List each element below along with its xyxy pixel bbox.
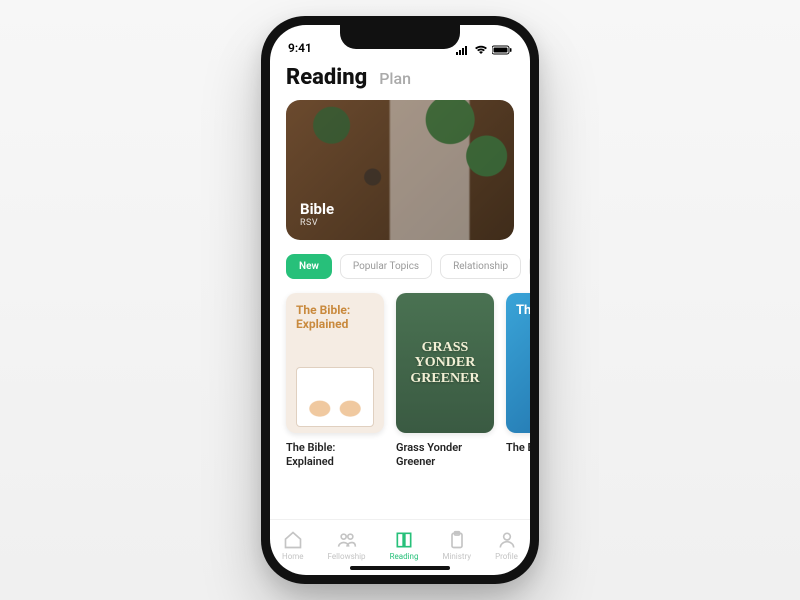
people-icon	[337, 530, 357, 550]
book-card[interactable]: The Bles The Bl Devoti	[506, 293, 530, 470]
tab-plan[interactable]: Plan	[379, 69, 411, 88]
book-cover: The Bible: Explained	[286, 293, 384, 433]
chip-daily[interactable]: Dail	[529, 254, 530, 279]
tab-home[interactable]: Home	[282, 530, 304, 561]
tab-label: Reading	[390, 552, 419, 561]
wifi-icon	[474, 45, 488, 55]
home-indicator[interactable]	[350, 566, 450, 570]
notch	[340, 25, 460, 49]
chip-new[interactable]: New	[286, 254, 332, 279]
hero-text: Bible RSV	[300, 200, 334, 228]
book-cover: The Bles	[506, 293, 530, 433]
signal-icon	[456, 45, 470, 55]
cover-text: GRASS YONDER GREENER	[406, 340, 484, 386]
book-cover: GRASS YONDER GREENER	[396, 293, 494, 433]
book-cards: The Bible: Explained The Bible: Explaine…	[270, 289, 530, 470]
cover-illustration	[296, 367, 374, 427]
tab-fellowship[interactable]: Fellowship	[328, 530, 366, 561]
hero-subtitle: RSV	[300, 218, 334, 228]
profile-icon	[497, 530, 517, 550]
tab-label: Profile	[495, 552, 518, 561]
book-title: The Bl Devoti	[506, 441, 530, 455]
tab-profile[interactable]: Profile	[495, 530, 518, 561]
status-icons	[456, 45, 512, 55]
hero-title: Bible	[300, 200, 334, 218]
cover-text: The Bles	[516, 303, 530, 318]
book-card[interactable]: GRASS YONDER GREENER Grass Yonder Greene…	[396, 293, 494, 470]
tab-ministry[interactable]: Ministry	[442, 530, 471, 561]
tab-reading[interactable]: Reading	[286, 65, 367, 90]
phone-frame: 9:41 Reading Plan Bible RSV New Popular …	[261, 16, 539, 584]
book-title: The Bible: Explained	[286, 441, 384, 470]
status-time: 9:41	[288, 41, 312, 55]
home-icon	[283, 530, 303, 550]
book-icon	[394, 530, 414, 550]
screen: 9:41 Reading Plan Bible RSV New Popular …	[270, 25, 530, 575]
chip-relationship[interactable]: Relationship	[440, 254, 521, 279]
battery-icon	[492, 45, 512, 55]
header: Reading Plan	[270, 57, 530, 100]
tab-label: Ministry	[442, 552, 471, 561]
filter-chips: New Popular Topics Relationship Dail …	[270, 240, 530, 289]
hero-card[interactable]: Bible RSV	[286, 100, 514, 240]
book-card[interactable]: The Bible: Explained The Bible: Explaine…	[286, 293, 384, 470]
chip-popular-topics[interactable]: Popular Topics	[340, 254, 432, 279]
book-title: Grass Yonder Greener	[396, 441, 494, 470]
cover-text: The Bible: Explained	[296, 303, 374, 332]
clipboard-icon	[447, 530, 467, 550]
tab-label: Home	[282, 552, 304, 561]
tab-reading-nav[interactable]: Reading	[390, 530, 419, 561]
tab-label: Fellowship	[328, 552, 366, 561]
